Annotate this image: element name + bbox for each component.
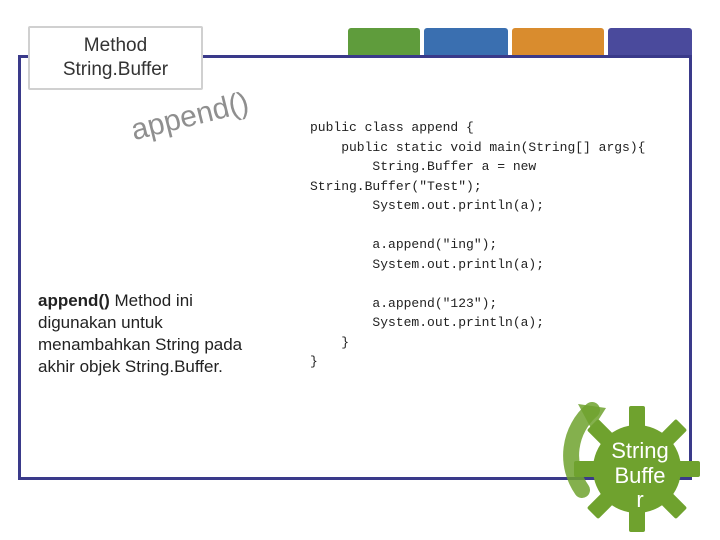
gear-line3: r [636,487,643,512]
title-line2: String.Buffer [63,59,168,80]
gear-line1: String [611,438,668,463]
tab-2 [424,28,508,56]
code-sample: public class append { public static void… [310,118,690,372]
gear-line2: Buffe [615,463,666,488]
tab-4 [608,28,692,56]
top-tabs [348,28,692,56]
title-line1: Method [84,35,147,56]
tab-1 [348,28,420,56]
title-box: Method String.Buffer [28,26,203,90]
description-text: append() Method ini digunakan untuk mena… [38,290,268,378]
tab-3 [512,28,604,56]
description-bold: append() [38,291,110,310]
gear-label: String Buffe r [590,439,690,512]
